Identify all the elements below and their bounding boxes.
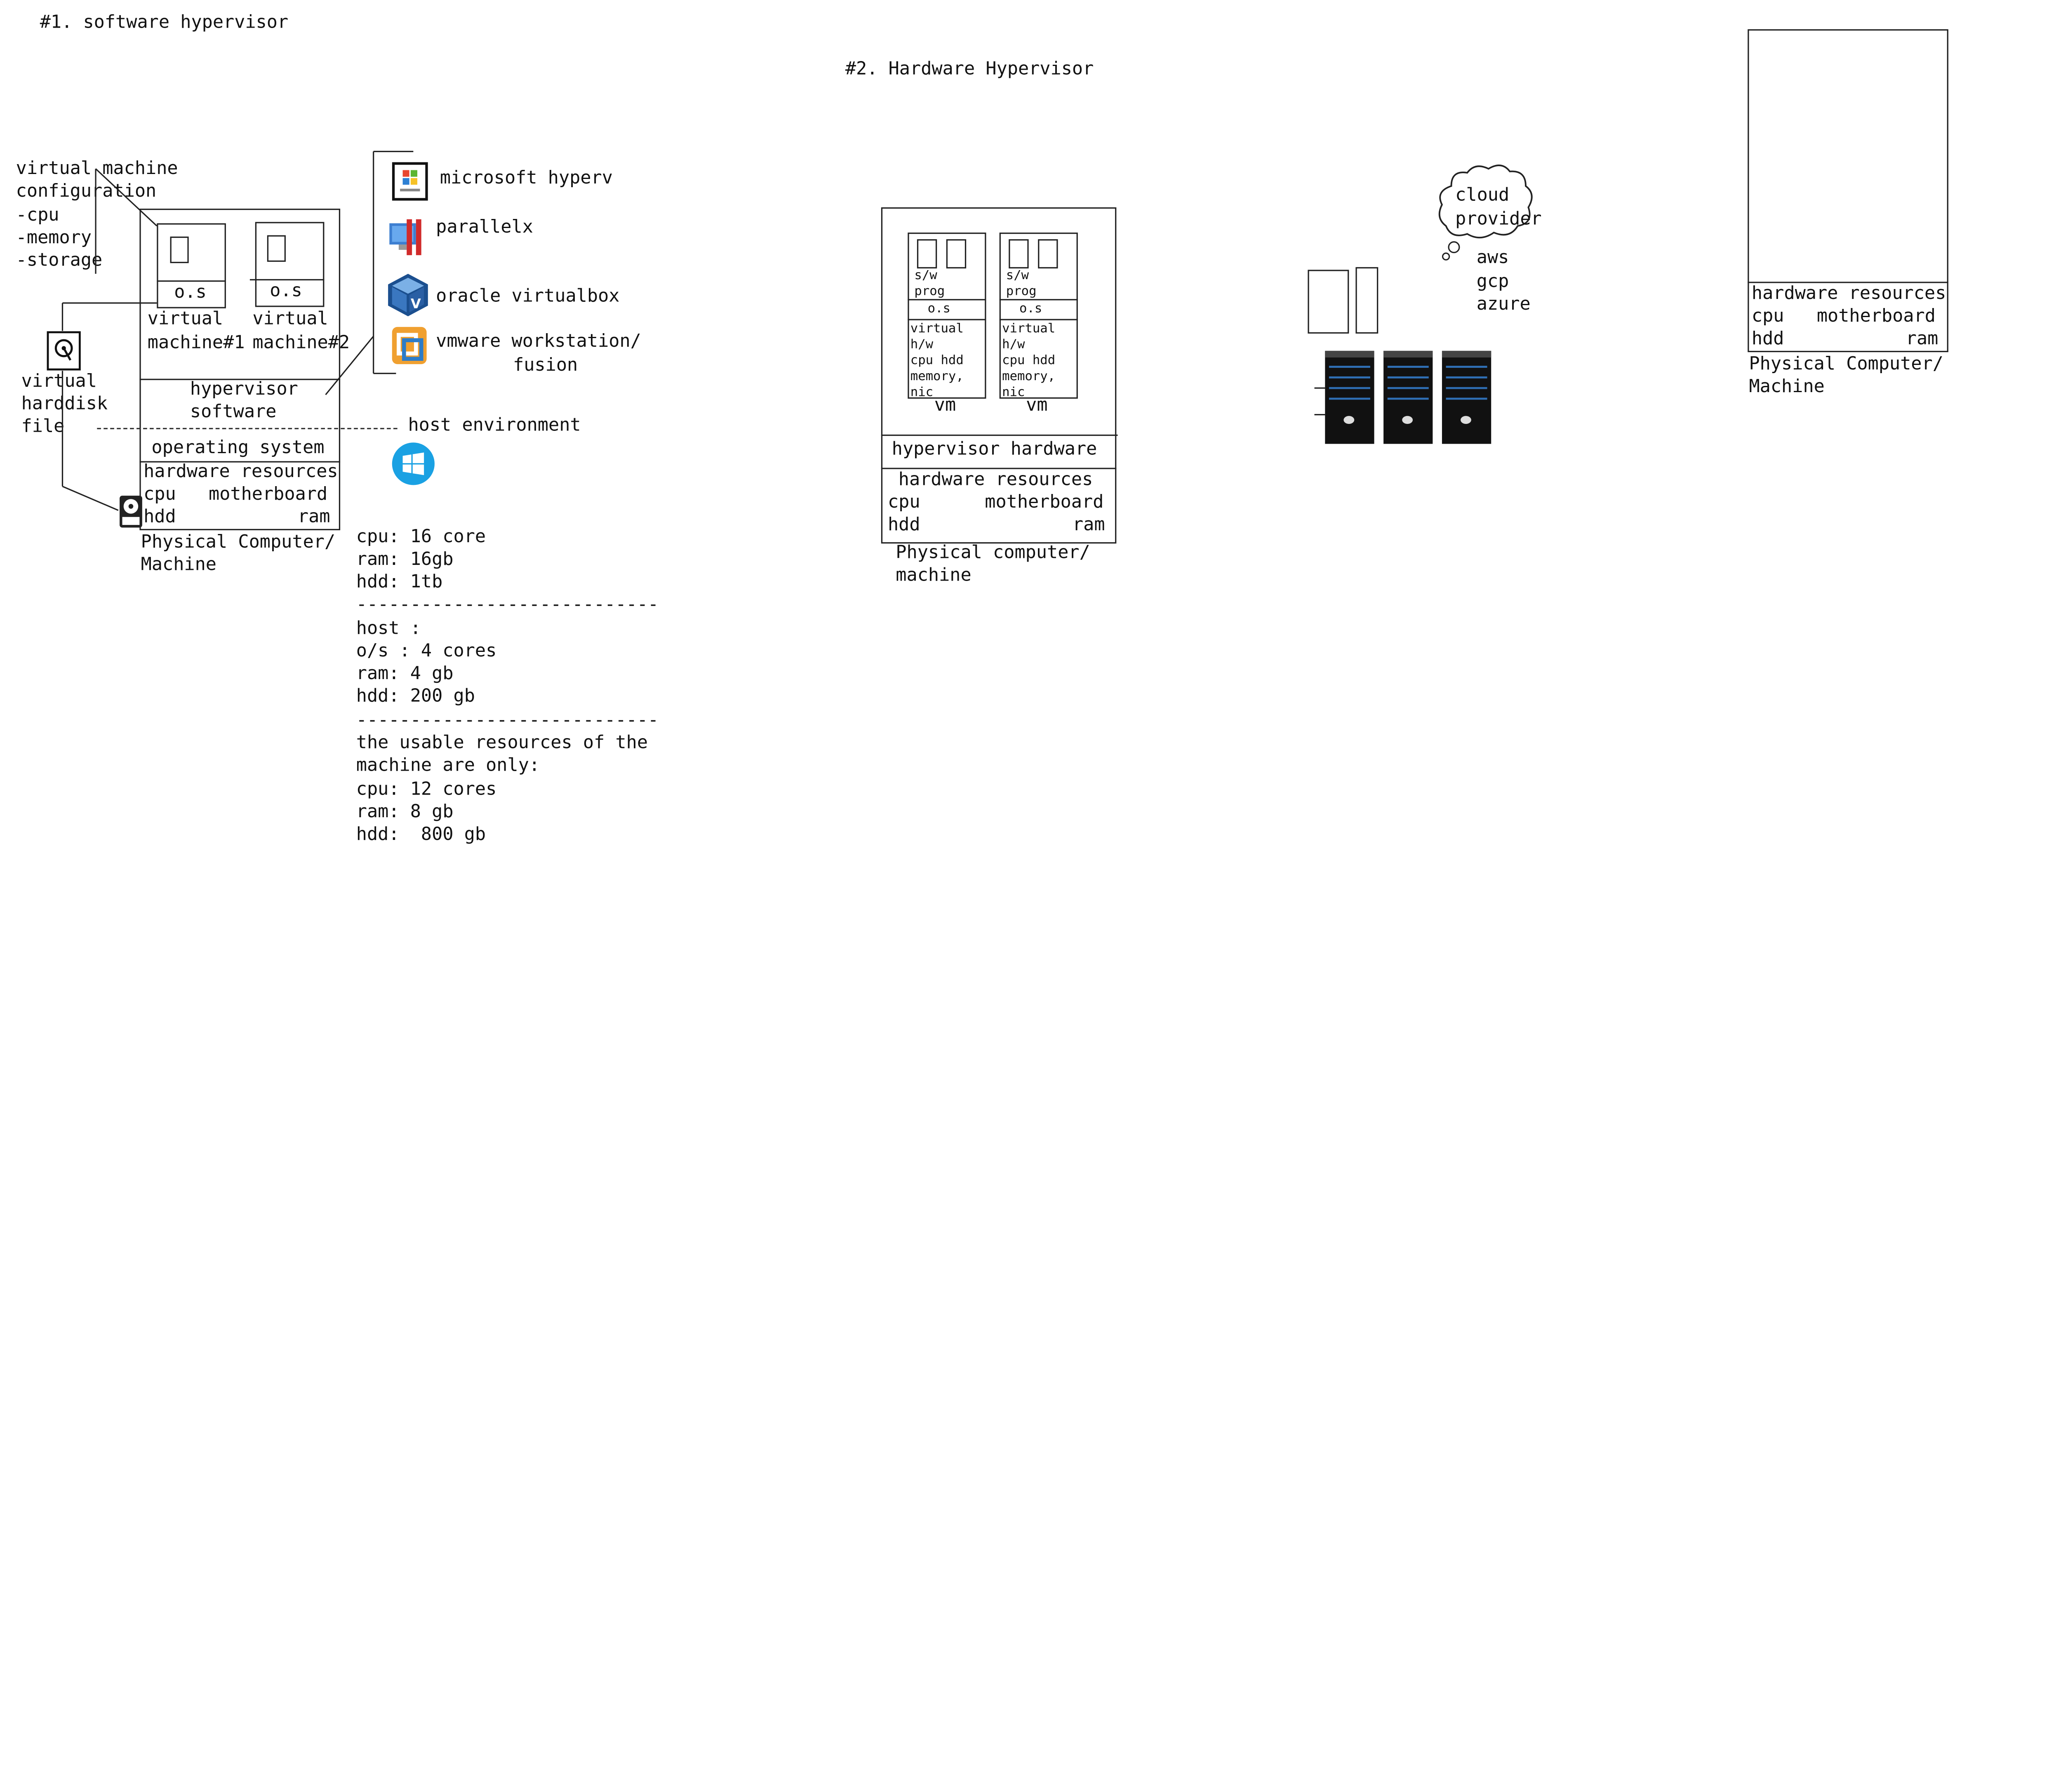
hw-vm1-virtual-line-4: memory, (910, 369, 964, 384)
resource-separator-2: ---------------------------- (356, 710, 659, 731)
hw-vm2-virtual-line-2: h/w (1002, 337, 1025, 353)
hw-vm2-os: o.s (1019, 301, 1042, 317)
hw-vm2-app-window-2 (1038, 239, 1058, 269)
small-device-box-1 (1308, 270, 1349, 334)
hyperv-icon (392, 162, 428, 201)
hw-vm1-prog-line-2: prog (914, 284, 945, 299)
small-device-box-2 (1355, 267, 1379, 334)
right-hw-resources: hardware resources (1751, 283, 1946, 305)
resource-separator-1: ---------------------------- (356, 594, 659, 616)
product-hyperv-label: microsoft hyperv (440, 167, 613, 189)
resource-line-11: machine are only: (356, 755, 540, 776)
hw-vm2-virtual-line-3: cpu hdd (1002, 353, 1056, 368)
hw-vm2-app-window-1 (1009, 239, 1029, 269)
vmware-icon (392, 327, 427, 365)
product-parallels-label: parallelx (436, 216, 533, 238)
parallels-icon (389, 219, 421, 255)
server-icon-1 (1325, 350, 1374, 444)
hw-vm1-app-window-1 (917, 239, 937, 269)
hw-vm2-virtual-line-4: memory, (1002, 369, 1056, 384)
hw-vm1-os-bottom (908, 319, 986, 320)
resource-line-10: the usable resources of the (356, 732, 648, 754)
resource-line-8: hdd: 200 gb (356, 686, 475, 707)
cloud-provider-gcp: gcp (1476, 271, 1509, 293)
resource-line-2: ram: 16gb (356, 549, 454, 570)
hw-vm1-os-top (908, 299, 986, 301)
hw-vm1-prog-line-1: s/w (914, 268, 937, 283)
cloud-bubble-line-2: provider (1455, 209, 1542, 230)
hw-vm1-virtual-line-2: h/w (910, 337, 934, 353)
hw-hw-cpu: cpu (887, 492, 920, 513)
hw-vm2-os-top (999, 299, 1078, 301)
resource-line-5: host : (356, 618, 421, 640)
hw-hypervisor-top-divider (881, 434, 1118, 436)
resource-line-12: cpu: 12 cores (356, 778, 497, 800)
hw-vm1-os: o.s (927, 301, 950, 317)
hw-physical-line-1: Physical computer/ (896, 542, 1090, 564)
hw-vm1-virtual-line-5: nic (910, 385, 934, 400)
right-hw-ram: ram (1905, 328, 1938, 350)
hw-vm2-virtual-line-1: virtual (1002, 321, 1056, 336)
hw-vm1-virtual-line-3: cpu hdd (910, 353, 964, 368)
windows-icon (392, 442, 435, 485)
hw-hw-hdd: hdd (887, 514, 920, 536)
hw-hypervisor-label: hypervisor hardware (892, 438, 1097, 460)
right-hw-hdd: hdd (1751, 328, 1784, 350)
hw-vm2-os-bottom (999, 319, 1078, 320)
product-vmware-label-line-1: vmware workstation/ (436, 331, 641, 353)
diagram-canvas: #1. software hypervisor #2. Hardware Hyp… (0, 0, 2056, 1792)
hw-vm1-virtual-line-1: virtual (910, 321, 964, 336)
resource-line-3: hdd: 1tb (356, 571, 443, 593)
right-hw-motherboard: motherboard (1816, 306, 1936, 327)
resource-line-6: o/s : 4 cores (356, 640, 497, 662)
hardware-hypervisor-title: #2. Hardware Hypervisor (845, 58, 1094, 80)
hw-vm2-label: vm (1026, 395, 1048, 416)
cloud-bubble-line-1: cloud (1455, 184, 1510, 206)
right-physical-line-1: Physical Computer/ (1749, 353, 1944, 375)
hw-vm2-prog-line-2: prog (1006, 284, 1037, 299)
right-hw-cpu: cpu (1751, 306, 1784, 327)
sw-connector-lines (61, 151, 414, 511)
virtualbox-icon: V (388, 273, 428, 317)
resource-line-7: ram: 4 gb (356, 663, 454, 684)
resource-line-1: cpu: 16 core (356, 526, 486, 548)
hw-hw-resources: hardware resources (898, 469, 1093, 491)
cloud-provider-aws: aws (1476, 247, 1509, 269)
product-virtualbox-label: oracle virtualbox (436, 285, 620, 307)
hw-hw-ram: ram (1072, 514, 1105, 536)
server-icon-2 (1383, 350, 1433, 444)
resource-line-14: hdd: 800 gb (356, 824, 486, 845)
right-physical-line-2: Machine (1749, 376, 1825, 397)
cloud-provider-azure: azure (1476, 294, 1531, 315)
hw-physical-line-2: machine (896, 564, 972, 586)
hw-vm1-app-window-2 (946, 239, 967, 269)
resource-line-13: ram: 8 gb (356, 801, 454, 823)
hw-vm2-virtual-line-5: nic (1002, 385, 1025, 400)
hw-vm1-label: vm (934, 395, 956, 416)
hw-vm2-prog-line-1: s/w (1006, 268, 1029, 283)
svg-text:V: V (411, 296, 421, 312)
server-icon-3 (1442, 350, 1491, 444)
server-rack-group (1314, 350, 1491, 444)
hw-hw-motherboard: motherboard (985, 492, 1104, 513)
product-vmware-label-line-2: fusion (513, 355, 578, 376)
